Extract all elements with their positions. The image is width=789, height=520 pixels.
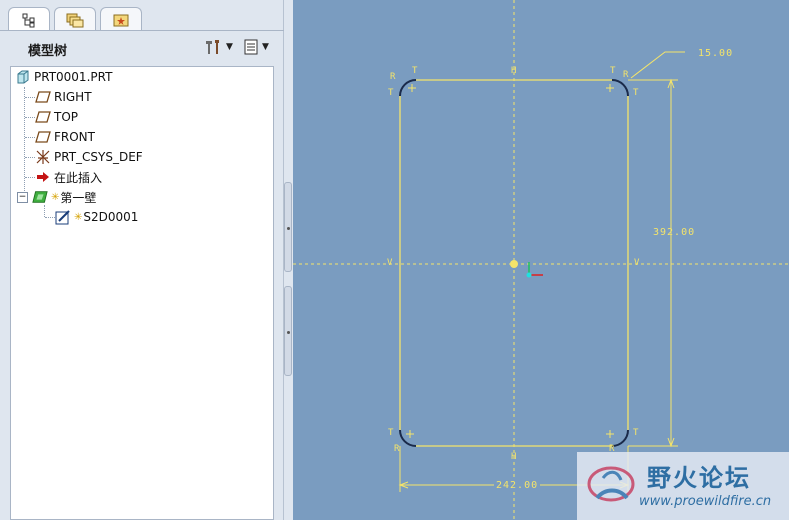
constraint-label-h: H xyxy=(511,452,517,462)
tree-item-front[interactable]: FRONT xyxy=(35,128,95,146)
model-tree-tab[interactable] xyxy=(8,7,50,31)
constraint-label-h: H xyxy=(511,66,517,76)
tree-connector xyxy=(45,217,55,218)
graphics-canvas[interactable]: 15.00 392.00 242.00 R T T H T R T V V T … xyxy=(293,0,789,520)
datum-plane-icon xyxy=(35,129,51,145)
splitter-grip-lower[interactable] xyxy=(284,286,292,376)
constraint-label-r: R xyxy=(394,444,400,454)
tree-item-label: S2D0001 xyxy=(83,210,139,224)
chevron-down-icon: ▼ xyxy=(262,42,269,52)
tree-connector xyxy=(25,137,35,138)
star-folder-icon xyxy=(113,14,129,26)
list-icon xyxy=(244,39,258,55)
tools-icon xyxy=(206,40,219,54)
model-tree: PRT0001.PRT RIGHT TOP FRONT PRT_CSYS_DEF xyxy=(10,66,274,520)
tree-connector xyxy=(25,117,35,118)
tree-item-label: TOP xyxy=(54,110,79,124)
tree-connector xyxy=(25,97,35,98)
chevron-down-icon: ▼ xyxy=(226,42,233,52)
navigator-tabs xyxy=(8,7,142,31)
settings-dropdown-button[interactable]: ▼ xyxy=(203,38,233,56)
tree-item-first-wall[interactable]: − ✳ 第一壁 xyxy=(17,188,96,206)
splitter-grip-upper[interactable] xyxy=(284,182,292,272)
new-feature-star-icon: ✳ xyxy=(51,191,60,203)
tree-connector xyxy=(44,205,45,217)
tab-divider xyxy=(0,30,284,31)
csys-icon xyxy=(35,149,51,165)
insert-arrow-icon xyxy=(35,169,51,185)
wall-feature-icon xyxy=(32,189,48,205)
dimension-radius[interactable]: 15.00 xyxy=(698,48,733,59)
constraint-label-t: T xyxy=(412,66,418,76)
tree-item-label: RIGHT xyxy=(54,90,92,104)
sketch-icon xyxy=(55,209,71,225)
sketch-origin xyxy=(510,260,543,278)
constraint-label-v: V xyxy=(634,258,640,268)
tree-connector xyxy=(25,157,35,158)
datum-plane-icon xyxy=(35,89,51,105)
part-icon xyxy=(15,69,31,85)
navigator-panel: 模型树 ▼ ▼ PRT0001.PRT RIGHT TOP FRONT PRT_… xyxy=(0,0,284,520)
watermark-url: www.proewildfire.cn xyxy=(639,494,772,509)
panel-title: 模型树 xyxy=(28,44,68,59)
constraint-label-t: T xyxy=(388,428,394,438)
tree-item-label: 第一壁 xyxy=(60,190,97,205)
folder-browser-tab[interactable] xyxy=(54,7,96,31)
favorites-tab[interactable] xyxy=(100,7,142,31)
tree-item-label: FRONT xyxy=(54,130,95,144)
tangent-markers xyxy=(406,84,614,438)
watermark: 野火论坛 www.proewildfire.cn xyxy=(577,452,789,520)
tree-item-right[interactable]: RIGHT xyxy=(35,88,92,106)
new-feature-star-icon: ✳ xyxy=(74,211,83,223)
folders-icon xyxy=(66,13,84,27)
tree-item-label: PRT_CSYS_DEF xyxy=(54,150,143,164)
dimension-lines xyxy=(398,51,685,492)
tree-item-insert-here[interactable]: 在此插入 xyxy=(35,168,102,186)
tree-item-part[interactable]: PRT0001.PRT xyxy=(15,68,112,86)
watermark-logo-icon xyxy=(587,466,635,502)
dimension-width[interactable]: 242.00 xyxy=(494,480,541,491)
constraint-label-t: T xyxy=(633,88,639,98)
datum-plane-icon xyxy=(35,109,51,125)
tree-connector xyxy=(24,87,25,197)
constraint-label-r: R xyxy=(390,72,396,82)
constraint-label-t: T xyxy=(633,428,639,438)
constraint-label-t: T xyxy=(388,88,394,98)
tree-item-csys[interactable]: PRT_CSYS_DEF xyxy=(35,148,143,166)
tree-item-sketch[interactable]: ✳ S2D0001 xyxy=(55,208,138,226)
constraint-label-r: R xyxy=(623,70,629,80)
tree-icon xyxy=(22,13,35,27)
tree-item-label: PRT0001.PRT xyxy=(34,70,113,84)
show-dropdown-button[interactable]: ▼ xyxy=(243,38,269,56)
tree-item-label: 在此插入 xyxy=(54,170,103,185)
dimension-height[interactable]: 392.00 xyxy=(653,227,695,238)
watermark-title: 野火论坛 xyxy=(647,464,751,492)
tree-item-top[interactable]: TOP xyxy=(35,108,78,126)
sketch-graphics xyxy=(293,0,789,520)
constraint-label-v: V xyxy=(387,258,393,268)
tree-connector xyxy=(25,177,35,178)
collapse-toggle-icon[interactable]: − xyxy=(17,191,28,203)
panel-header: 模型树 ▼ ▼ xyxy=(8,32,276,62)
constraint-label-t: T xyxy=(610,66,616,76)
